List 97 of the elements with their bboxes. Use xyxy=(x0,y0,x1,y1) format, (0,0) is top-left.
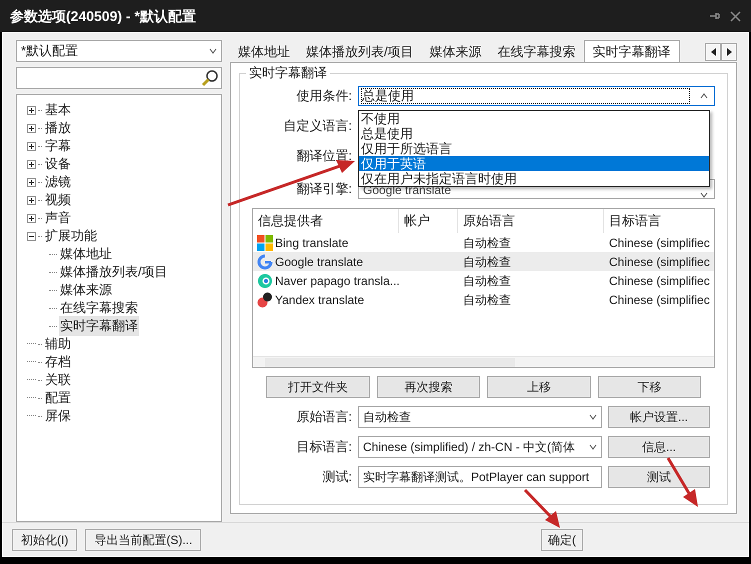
dropdown-option[interactable]: 总是使用 xyxy=(359,126,709,141)
tree-item[interactable]: 媒体地址 xyxy=(59,244,113,264)
target-language-select[interactable]: Chinese (simplified) / zh-CN - 中文(简体 xyxy=(358,436,602,458)
dropdown-option[interactable]: 不使用 xyxy=(359,111,709,126)
expand-icon[interactable] xyxy=(27,124,36,132)
tree-item[interactable]: 配置 xyxy=(44,388,72,408)
field-label: 翻译引擎: xyxy=(295,180,353,198)
tree-item[interactable]: 在线字幕搜索 xyxy=(59,298,139,318)
table-cell-text: Google translate xyxy=(275,254,364,270)
column-header[interactable]: 原始语言 xyxy=(458,209,604,233)
field-label: 自定义语言: xyxy=(282,117,353,136)
side-button[interactable]: 测试 xyxy=(608,466,710,488)
annotation-arrow xyxy=(524,488,560,528)
horizontal-scrollbar[interactable] xyxy=(253,356,714,367)
tree-item[interactable]: 滤镜 xyxy=(44,172,72,192)
profile-select[interactable]: *默认配置 xyxy=(16,40,222,62)
group-title: 实时字幕翻译 xyxy=(246,65,330,81)
caret-icon xyxy=(209,48,217,54)
side-button[interactable]: 帐户设置... xyxy=(608,406,710,428)
tree-item[interactable]: 关联 xyxy=(44,370,72,390)
dropdown-option[interactable]: 仅用于所选语言 xyxy=(359,141,709,156)
search-icon xyxy=(201,69,219,87)
tab[interactable]: 实时字幕翻译 xyxy=(584,40,680,62)
expand-icon[interactable] xyxy=(27,196,36,204)
tree-item[interactable]: 实时字幕翻译 xyxy=(59,316,139,336)
table-cell-text: 自动检查 xyxy=(462,234,512,252)
tree-item[interactable]: 字幕 xyxy=(44,136,72,156)
footer-button[interactable]: 导出当前配置(S)... xyxy=(85,529,202,551)
search-field[interactable] xyxy=(16,67,222,89)
expand-icon[interactable] xyxy=(27,106,36,114)
table-cell-text: Chinese (simplifiec xyxy=(608,292,711,308)
tree-item[interactable]: 存档 xyxy=(44,352,72,372)
table-row[interactable]: Google translate 自动检查 Chinese (simplifiec xyxy=(253,252,714,271)
collapse-icon[interactable] xyxy=(27,232,36,240)
table-cell-text: Bing translate xyxy=(275,234,348,252)
tree-item[interactable]: 屏保 xyxy=(44,406,72,426)
caret-icon xyxy=(700,93,708,99)
table-row[interactable]: Naver papago transla... 自动检查 Chinese (simplifiec xyxy=(253,271,714,290)
dropdown-option[interactable]: 仅用于英语 xyxy=(359,156,709,171)
side-button[interactable]: 信息... xyxy=(608,436,710,458)
action-button[interactable]: 再次搜索 xyxy=(376,376,480,398)
table-cell-text: Naver papago transla... xyxy=(275,272,400,290)
action-button[interactable]: 打开文件夹 xyxy=(266,376,370,398)
table-cell-text: Chinese (simplifiec xyxy=(608,254,711,270)
footer-button[interactable]: 初始化(I) xyxy=(12,529,78,551)
caret-icon xyxy=(589,414,597,420)
caret-icon xyxy=(700,192,708,198)
source-language-select[interactable]: 自动检查 xyxy=(358,406,602,428)
expand-icon[interactable] xyxy=(27,214,36,222)
triangle-left-icon xyxy=(710,48,716,56)
expand-icon[interactable] xyxy=(27,160,36,168)
field-label: 使用条件: xyxy=(295,87,353,106)
tree-item[interactable]: 扩展功能 xyxy=(44,226,98,246)
scroll-right-button[interactable] xyxy=(721,43,737,61)
tab[interactable]: 媒体来源 xyxy=(422,42,490,62)
table-row[interactable]: Bing translate 自动检查 Chinese (simplifiec xyxy=(253,233,714,252)
tab[interactable]: 媒体地址 xyxy=(230,42,298,62)
table-cell-text: Chinese (simplifiec xyxy=(608,234,711,252)
tab[interactable]: 在线字幕搜索 xyxy=(490,42,584,62)
table-cell-text: Yandex translate xyxy=(275,292,364,308)
scroll-left-button[interactable] xyxy=(705,43,721,61)
tree-item[interactable]: 视频 xyxy=(44,190,72,210)
tree-item[interactable]: 辅助 xyxy=(44,334,72,354)
action-button[interactable]: 上移 xyxy=(487,376,590,398)
ok-button[interactable]: 确定( xyxy=(541,529,583,551)
column-header[interactable]: 帐户 xyxy=(399,209,458,233)
condition-select[interactable]: 总是使用 xyxy=(358,86,715,106)
pin-icon[interactable] xyxy=(708,10,720,22)
action-button[interactable]: 下移 xyxy=(598,376,701,398)
window-title: 参数选项(240509) - *默认配置 xyxy=(10,6,196,26)
field-label: 目标语言: xyxy=(295,438,353,456)
column-header[interactable]: 目标语言 xyxy=(604,209,714,233)
test-field[interactable]: 实时字幕翻译测试。PotPlayer can support xyxy=(358,466,602,488)
tree-item[interactable]: 设备 xyxy=(44,154,72,174)
tree-item[interactable]: 声音 xyxy=(44,208,72,228)
table-cell-text: 自动检查 xyxy=(462,254,512,270)
translate-bubbles-icon xyxy=(257,292,273,308)
table-cell-text: Chinese (simplifiec xyxy=(608,272,711,290)
tab[interactable]: 媒体播放列表/项目 xyxy=(298,42,422,62)
field-label: 测试: xyxy=(321,468,353,486)
expand-icon[interactable] xyxy=(27,142,36,150)
tree-item[interactable]: 基本 xyxy=(44,100,72,120)
tree-item[interactable]: 媒体来源 xyxy=(59,280,113,300)
column-header[interactable]: 信息提供者 xyxy=(253,209,399,233)
table-cell-text: 自动检查 xyxy=(462,292,512,308)
caret-icon xyxy=(589,444,597,450)
tree-item[interactable]: 媒体播放列表/项目 xyxy=(59,262,169,282)
table-row[interactable]: Yandex translate 自动检查 Chinese (simplifiec xyxy=(253,290,714,309)
speech-bubble-icon xyxy=(257,272,273,288)
g-letter-icon xyxy=(257,254,273,270)
four-square-icon xyxy=(257,234,273,250)
table-cell-text: 自动检查 xyxy=(462,272,512,290)
close-icon[interactable] xyxy=(730,10,741,22)
expand-icon[interactable] xyxy=(27,178,36,186)
tree-item[interactable]: 播放 xyxy=(44,118,72,138)
triangle-right-icon xyxy=(726,48,732,56)
field-label: 原始语言: xyxy=(295,408,353,426)
